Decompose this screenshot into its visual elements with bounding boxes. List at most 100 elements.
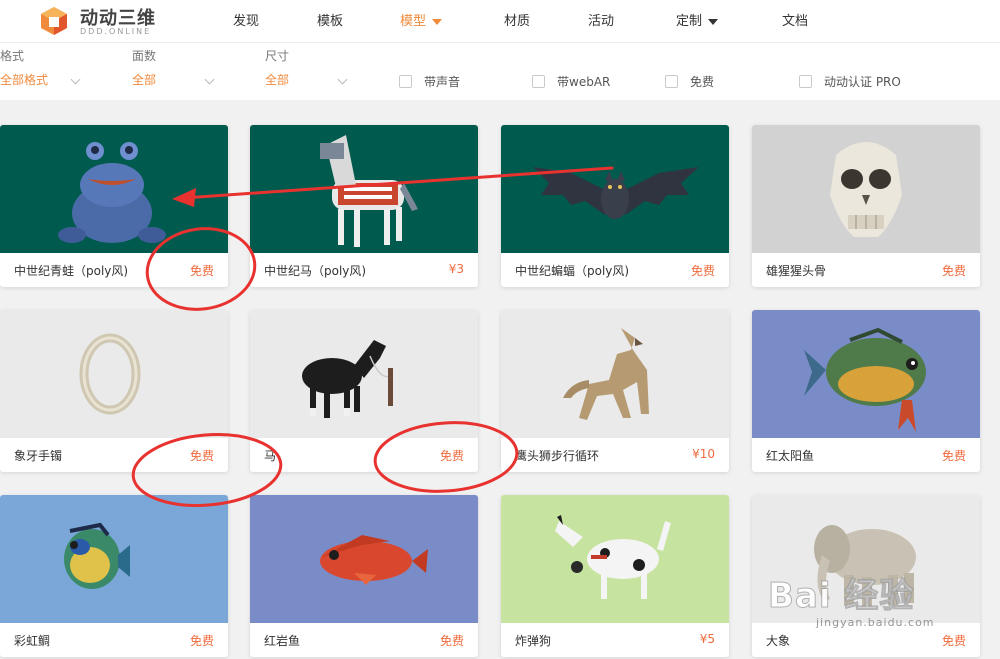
sunfish-thumbnail-image: [752, 310, 980, 438]
model-card[interactable]: 红太阳鱼 免费: [752, 310, 980, 472]
model-title: 中世纪青蛙（poly风): [14, 264, 129, 278]
model-title: 红岩鱼: [264, 634, 301, 648]
model-title: 雄猩猩头骨: [766, 264, 827, 278]
format-filter-value: 全部格式: [0, 73, 49, 87]
model-title: 鹰头狮步行循环: [515, 449, 600, 463]
sound-checkbox[interactable]: 带声音: [399, 73, 460, 90]
elephant-thumbnail-image: [752, 495, 980, 623]
thumb-bg: [0, 310, 228, 438]
filter-bar: 格式 全部格式 面数 全部 尺寸 全部 带声音 带webAR 免费 动动认证 P…: [0, 43, 1000, 100]
top-nav-bar: 动动三维 DDD.ONLINE 发现 模板 模型 材质 活动 定制 文档: [0, 0, 1000, 43]
nav-templates[interactable]: 模板: [317, 10, 343, 29]
model-thumbnail: [0, 310, 228, 438]
model-price: ¥3: [448, 262, 464, 276]
model-thumbnail: [752, 495, 980, 623]
model-title: 马: [264, 449, 277, 463]
model-title: 彩虹鲷: [14, 634, 51, 648]
sound-checkbox-label: 带声音: [424, 75, 461, 89]
model-card[interactable]: 彩虹鲷 免费: [0, 495, 228, 657]
bracelet-thumbnail-image: [0, 310, 228, 438]
model-title: 象牙手镯: [14, 449, 63, 463]
nav-materials[interactable]: 材质: [504, 10, 530, 29]
griffin-thumbnail-image: [501, 310, 729, 438]
model-thumbnail: [501, 125, 729, 253]
model-thumbnail: [250, 495, 478, 623]
model-price: 免费: [439, 449, 464, 463]
chevron-down-icon: [204, 74, 215, 85]
size-filter-value: 全部: [265, 73, 290, 87]
nav-models[interactable]: 模型: [400, 10, 443, 29]
nav-docs[interactable]: 文档: [782, 10, 808, 29]
nav-custom-label: 定制: [676, 14, 703, 29]
model-price: 免费: [439, 634, 464, 648]
chevron-down-icon: [70, 74, 81, 85]
model-thumbnail: [752, 125, 980, 253]
model-price: 免费: [189, 449, 214, 463]
chevron-down-icon: [337, 74, 348, 85]
model-price: 免费: [189, 634, 214, 648]
nav-custom[interactable]: 定制: [676, 10, 719, 29]
webar-checkbox[interactable]: 带webAR: [532, 73, 610, 90]
model-thumbnail: [0, 125, 228, 253]
model-thumbnail: [752, 310, 980, 438]
model-price: ¥5: [699, 632, 715, 646]
certified-pro-checkbox[interactable]: 动动认证 PRO: [799, 73, 901, 90]
model-title: 红太阳鱼: [766, 449, 815, 463]
logo-cube-icon: [41, 7, 67, 35]
model-title: 炸弹狗: [515, 634, 552, 648]
model-card[interactable]: 中世纪马（poly风) ¥3: [250, 125, 478, 287]
logo-subtext: DDD.ONLINE: [80, 27, 152, 36]
model-title: 大象: [766, 634, 791, 648]
model-price: 免费: [941, 264, 966, 278]
faces-filter-value: 全部: [132, 73, 157, 87]
model-card[interactable]: 马 免费: [250, 310, 478, 472]
checkbox-box[interactable]: [532, 75, 545, 88]
armored-horse-thumbnail-image: [250, 125, 478, 253]
model-thumbnail: [250, 125, 478, 253]
model-title: 中世纪蝙蝠（poly风): [515, 264, 630, 278]
frog-thumbnail-image: [0, 125, 228, 253]
model-price: 免费: [690, 264, 715, 278]
model-title: 中世纪马（poly风): [264, 264, 367, 278]
model-card[interactable]: 雄猩猩头骨 免费: [752, 125, 980, 287]
faces-filter[interactable]: 面数 全部: [132, 47, 217, 88]
rainbow-fish-thumbnail-image: [0, 495, 228, 623]
nav-models-label: 模型: [400, 14, 427, 29]
model-card[interactable]: 象牙手镯 免费: [0, 310, 228, 472]
model-thumbnail: [501, 495, 729, 623]
model-grid: 中世纪青蛙（poly风) 免费 中世纪马（poly风) ¥3 中世纪蝙蝠（pol…: [0, 100, 1000, 659]
bomb-dog-thumbnail-image: [501, 495, 729, 623]
logo[interactable]: 动动三维 DDD.ONLINE: [38, 4, 155, 38]
checkbox-box[interactable]: [665, 75, 678, 88]
horse-thumbnail-image: [250, 310, 478, 438]
format-filter-label: 格式: [0, 49, 25, 63]
certified-pro-checkbox-label: 动动认证 PRO: [824, 75, 901, 89]
nav-discover[interactable]: 发现: [233, 10, 259, 29]
format-filter[interactable]: 格式 全部格式: [0, 47, 85, 88]
model-thumbnail: [0, 495, 228, 623]
model-card[interactable]: 红岩鱼 免费: [250, 495, 478, 657]
model-card[interactable]: 中世纪蝙蝠（poly风) 免费: [501, 125, 729, 287]
free-checkbox-label: 免费: [690, 75, 715, 89]
red-rockfish-thumbnail-image: [250, 495, 478, 623]
bat-thumbnail-image: [501, 125, 729, 253]
webar-checkbox-label: 带webAR: [557, 75, 611, 89]
model-card[interactable]: 炸弹狗 ¥5: [501, 495, 729, 657]
chevron-down-icon: [708, 18, 719, 25]
model-price: 免费: [189, 264, 214, 278]
size-filter[interactable]: 尺寸 全部: [265, 47, 350, 88]
model-thumbnail: [250, 310, 478, 438]
checkbox-box[interactable]: [399, 75, 412, 88]
nav-events[interactable]: 活动: [588, 10, 614, 29]
model-card[interactable]: 大象 免费: [752, 495, 980, 657]
model-card[interactable]: 中世纪青蛙（poly风) 免费: [0, 125, 228, 287]
model-price: ¥10: [692, 447, 715, 461]
checkbox-box[interactable]: [799, 75, 812, 88]
faces-filter-label: 面数: [132, 49, 157, 63]
chevron-down-icon: [432, 18, 443, 25]
model-price: 免费: [941, 634, 966, 648]
free-checkbox[interactable]: 免费: [665, 73, 714, 90]
model-card[interactable]: 鹰头狮步行循环 ¥10: [501, 310, 729, 472]
skull-thumbnail-image: [752, 125, 980, 253]
size-filter-label: 尺寸: [265, 49, 290, 63]
